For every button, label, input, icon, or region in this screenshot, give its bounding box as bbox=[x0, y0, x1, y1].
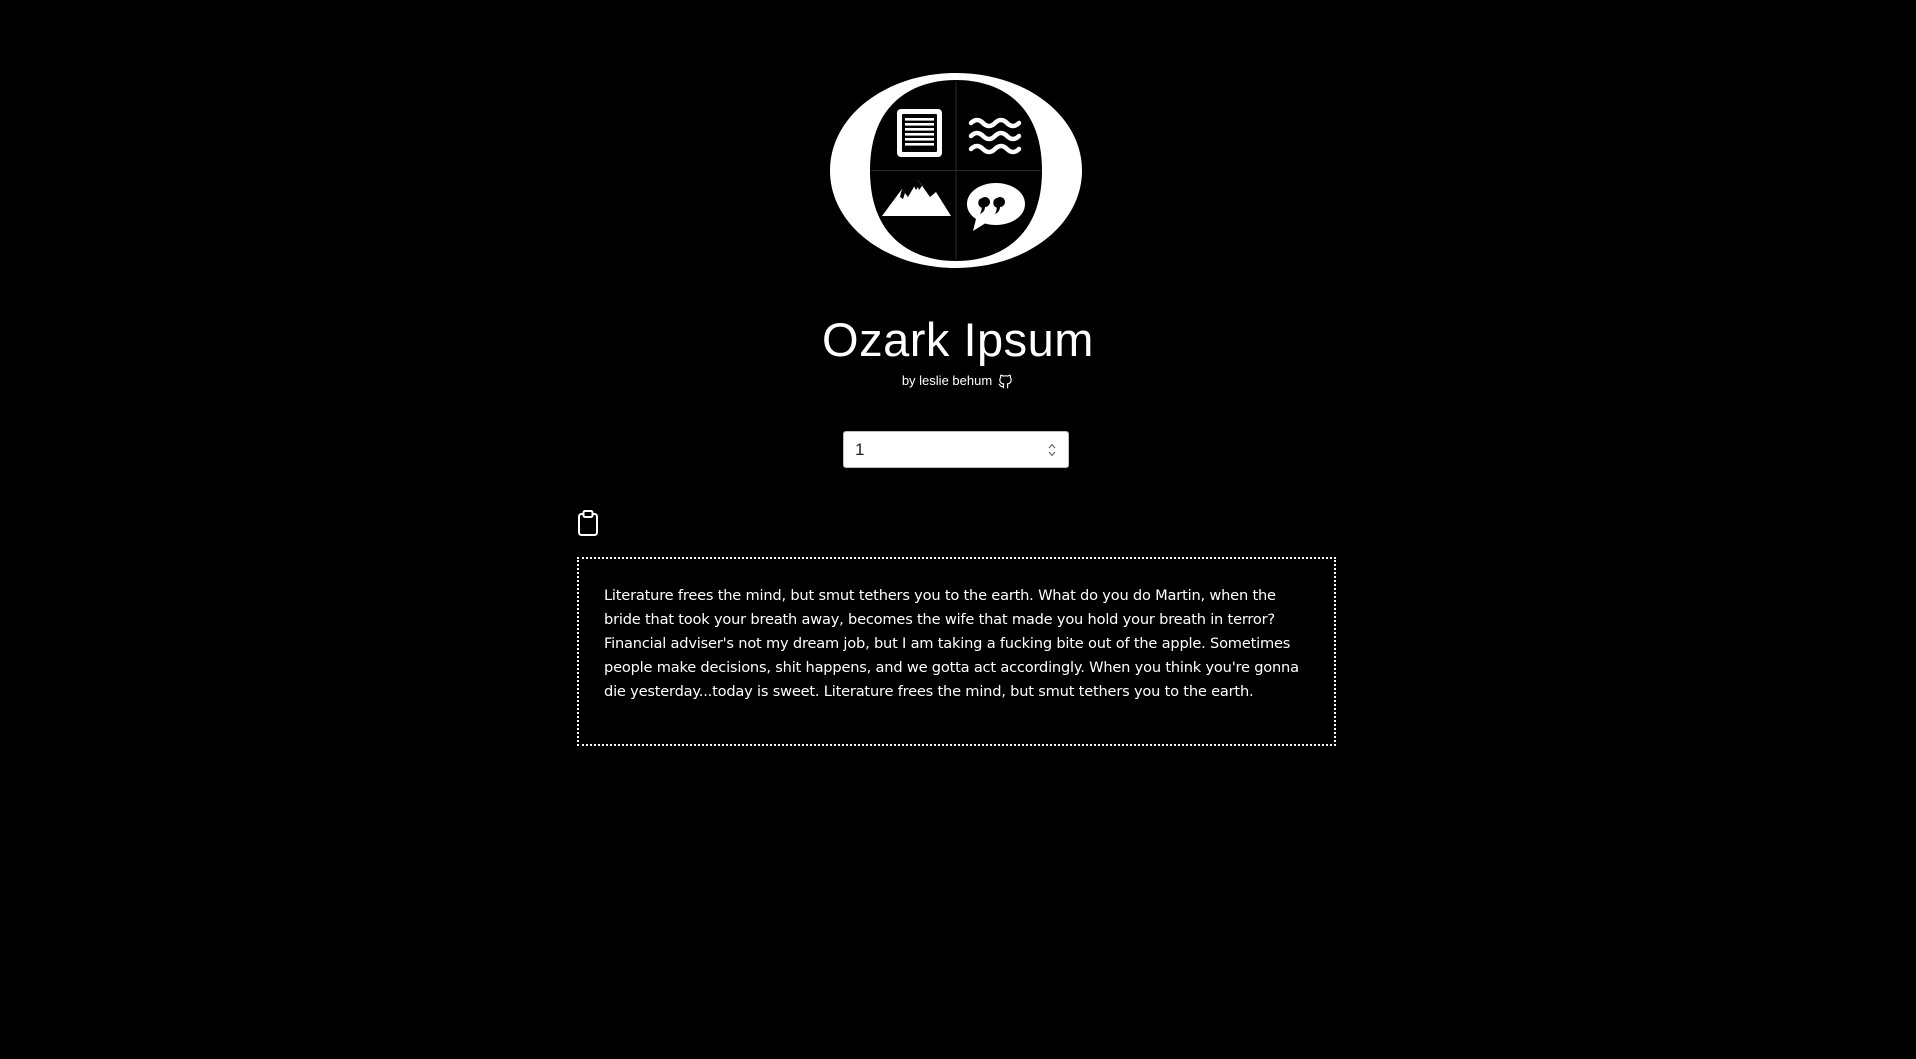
github-icon[interactable] bbox=[997, 373, 1014, 390]
author-byline: by leslie behum bbox=[0, 371, 1916, 391]
clipboard-icon[interactable] bbox=[577, 510, 599, 536]
page-title: Ozark Ipsum bbox=[822, 313, 1094, 366]
paragraph-count-input[interactable] bbox=[844, 432, 1045, 467]
byline-text: by leslie behum bbox=[901, 373, 993, 388]
spinner-arrows-icon[interactable] bbox=[1048, 443, 1056, 457]
ozark-ipsum-logo-icon bbox=[830, 73, 1082, 268]
page: Ozark Ipsum by leslie behum Literature f… bbox=[0, 0, 1916, 1059]
generated-text-box[interactable]: Literature frees the mind, but smut teth… bbox=[577, 557, 1336, 746]
paragraph-count-stepper[interactable] bbox=[843, 431, 1069, 468]
generated-paragraph: Literature frees the mind, but smut teth… bbox=[604, 587, 1299, 700]
